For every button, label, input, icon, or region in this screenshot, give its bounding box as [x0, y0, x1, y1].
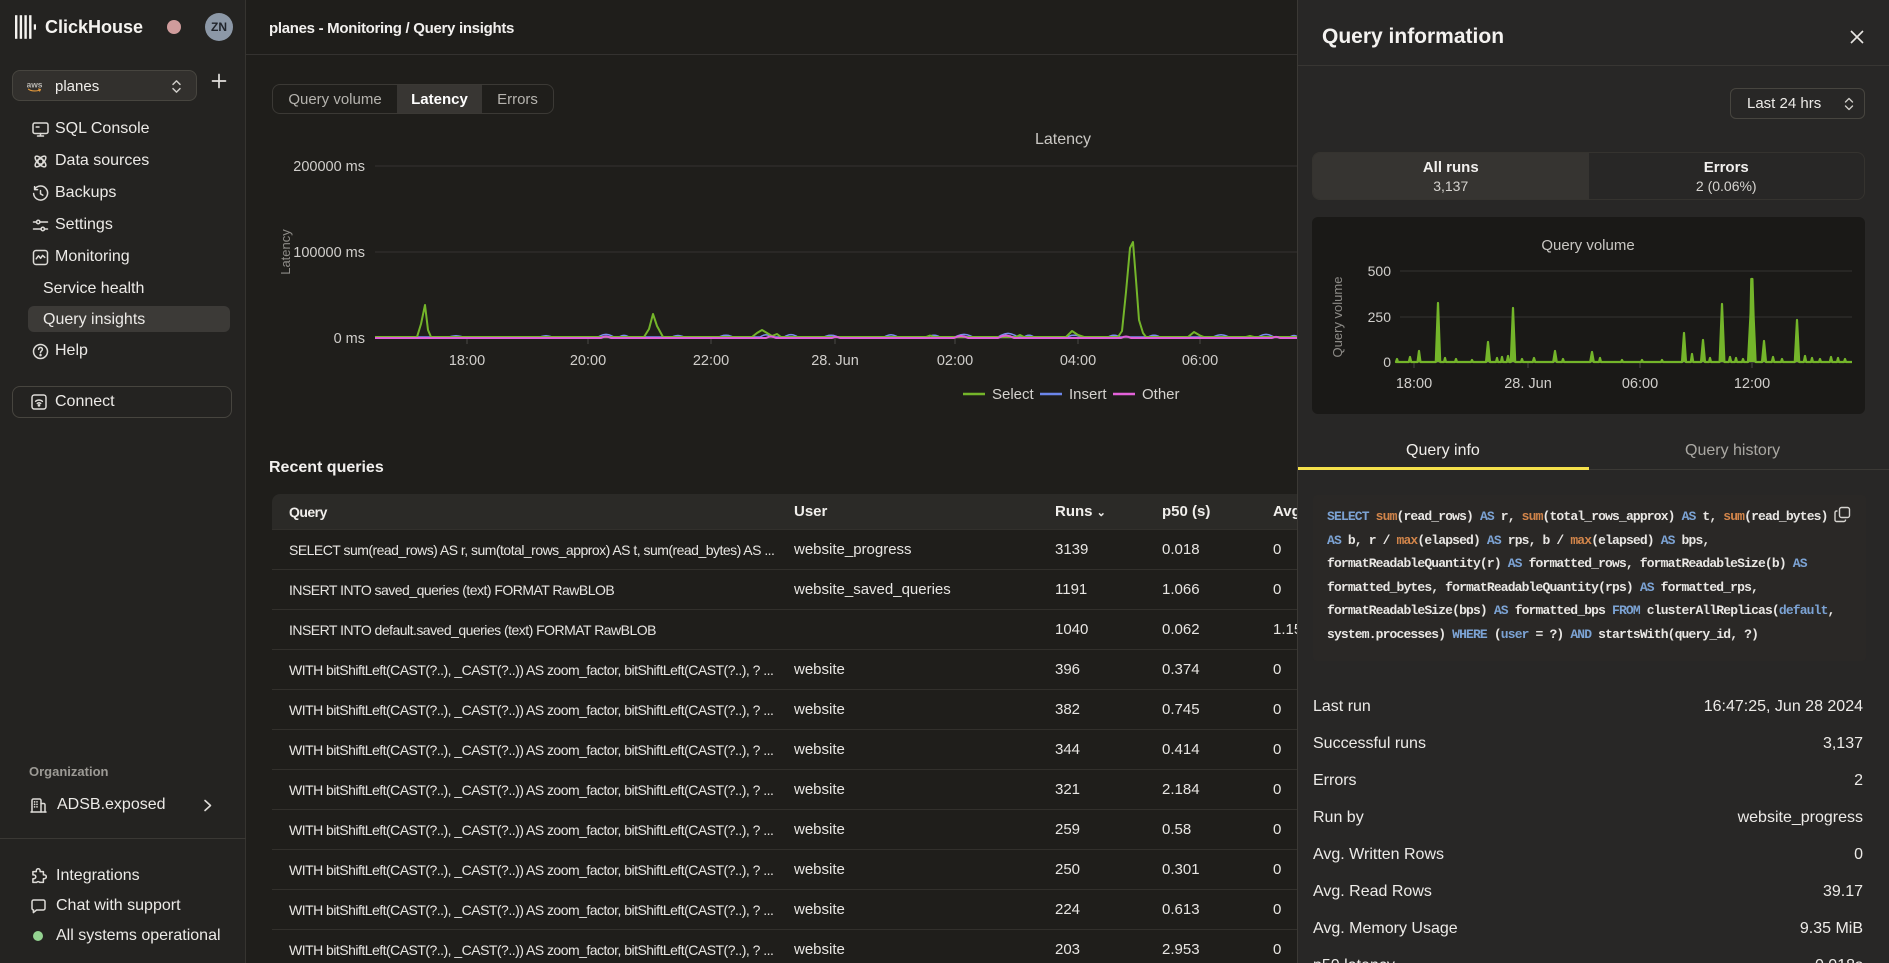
svg-text:200000 ms: 200000 ms	[293, 159, 365, 175]
svg-text:Query volume: Query volume	[1330, 277, 1345, 358]
svg-text:Latency: Latency	[1035, 131, 1091, 148]
svg-text:18:00: 18:00	[1396, 376, 1432, 392]
svg-text:20:00: 20:00	[570, 353, 606, 369]
svg-text:28. Jun: 28. Jun	[811, 353, 859, 369]
svg-text:0: 0	[1383, 354, 1391, 370]
svg-text:500: 500	[1368, 263, 1392, 279]
svg-text:22:00: 22:00	[693, 353, 729, 369]
svg-text:100000 ms: 100000 ms	[293, 245, 365, 261]
svg-text:Other: Other	[1142, 386, 1180, 403]
svg-text:Latency: Latency	[278, 229, 293, 275]
svg-text:06:00: 06:00	[1182, 353, 1218, 369]
svg-text:04:00: 04:00	[1060, 353, 1096, 369]
svg-text:02:00: 02:00	[937, 353, 973, 369]
svg-text:12:00: 12:00	[1734, 376, 1770, 392]
svg-text:aws: aws	[27, 80, 42, 90]
svg-text:28. Jun: 28. Jun	[1504, 376, 1552, 392]
svg-text:06:00: 06:00	[1622, 376, 1658, 392]
svg-text:Query volume: Query volume	[1541, 237, 1634, 254]
svg-text:18:00: 18:00	[449, 353, 485, 369]
svg-text:250: 250	[1368, 309, 1392, 325]
svg-text:0 ms: 0 ms	[334, 331, 365, 347]
svg-text:Insert: Insert	[1069, 386, 1107, 403]
svg-text:Select: Select	[992, 386, 1035, 403]
